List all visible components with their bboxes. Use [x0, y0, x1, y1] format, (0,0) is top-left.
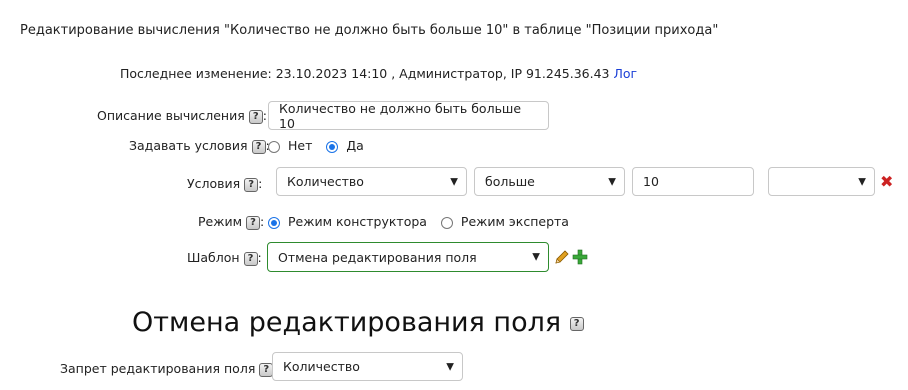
- template-select[interactable]: Отмена редактирования поля ▼: [267, 242, 549, 272]
- last-change-text: Последнее изменение: 23.10.2023 14:10 , …: [120, 66, 610, 81]
- radio-yes-label[interactable]: Да: [346, 138, 363, 153]
- field-lock-value: Количество: [283, 359, 360, 374]
- field-lock-label: Запрет редактирования поля: [60, 361, 256, 376]
- condition-field-select[interactable]: Количество ▼: [276, 167, 467, 196]
- delete-condition-icon[interactable]: ✖: [880, 174, 893, 190]
- template-label: Шаблон: [187, 250, 240, 265]
- set-conditions-row: Задавать условия ?:: [129, 138, 270, 154]
- radio-constructor-mode[interactable]: [268, 216, 280, 229]
- label-colon: :: [262, 108, 267, 123]
- conditions-label: Условия: [187, 176, 241, 191]
- condition-value: 10: [643, 174, 659, 189]
- set-conditions-radio-group: Нет Да: [268, 138, 364, 153]
- condition-operator-select[interactable]: больше ▼: [474, 167, 625, 196]
- chevron-down-icon: ▼: [446, 361, 454, 372]
- label-colon: :: [260, 214, 265, 229]
- condition-value-input[interactable]: 10: [632, 167, 754, 196]
- condition-extra-select[interactable]: ▼: [768, 167, 875, 196]
- mode-radio-group: Режим конструктора Режим эксперта: [268, 214, 569, 229]
- radio-no-label[interactable]: Нет: [288, 138, 312, 153]
- chevron-down-icon: ▼: [858, 176, 866, 187]
- help-icon[interactable]: ?: [246, 215, 261, 230]
- description-label: Описание вычисления: [97, 108, 245, 123]
- description-input[interactable]: Количество не должно быть больше 10: [268, 100, 549, 131]
- help-icon[interactable]: ?: [248, 109, 263, 124]
- edit-pencil-icon[interactable]: [554, 249, 570, 265]
- set-conditions-label: Задавать условия: [129, 138, 248, 153]
- radio-constructor-label[interactable]: Режим конструктора: [288, 214, 427, 229]
- radio-expert-mode[interactable]: [440, 216, 453, 229]
- chevron-down-icon: ▼: [608, 176, 616, 187]
- add-plus-icon[interactable]: [572, 249, 588, 265]
- description-value: Количество не должно быть больше 10: [279, 100, 522, 131]
- description-label-row: Описание вычисления ?:: [97, 108, 267, 124]
- chevron-down-icon: ▼: [532, 251, 540, 263]
- field-lock-select[interactable]: Количество ▼: [272, 352, 463, 381]
- mode-label-row: Режим ?:: [198, 214, 264, 230]
- radio-yes[interactable]: [326, 140, 339, 153]
- condition-field-value: Количество: [287, 174, 364, 189]
- radio-expert-label[interactable]: Режим эксперта: [461, 214, 569, 229]
- template-label-row: Шаблон ?:: [187, 250, 262, 266]
- help-icon[interactable]: ?: [569, 316, 584, 331]
- field-lock-label-row: Запрет редактирования поля ?:: [60, 361, 278, 377]
- template-value: Отмена редактирования поля: [278, 249, 477, 265]
- label-colon: :: [257, 250, 262, 265]
- radio-no[interactable]: [268, 140, 280, 153]
- help-icon[interactable]: ?: [244, 177, 259, 192]
- log-link[interactable]: Лог: [613, 66, 637, 81]
- condition-operator-value: больше: [485, 174, 535, 189]
- label-colon: :: [258, 176, 263, 191]
- page-title: Редактирование вычисления "Количество не…: [20, 23, 719, 38]
- help-icon[interactable]: ?: [251, 139, 266, 154]
- mode-label: Режим: [198, 214, 243, 229]
- section-heading-text: Отмена редактирования поля: [132, 307, 562, 338]
- conditions-label-row: Условия ?:: [187, 176, 262, 192]
- section-heading: Отмена редактирования поля ?: [132, 307, 584, 338]
- last-change-info: Последнее изменение: 23.10.2023 14:10 , …: [120, 66, 637, 81]
- help-icon[interactable]: ?: [243, 251, 258, 266]
- chevron-down-icon: ▼: [450, 176, 458, 187]
